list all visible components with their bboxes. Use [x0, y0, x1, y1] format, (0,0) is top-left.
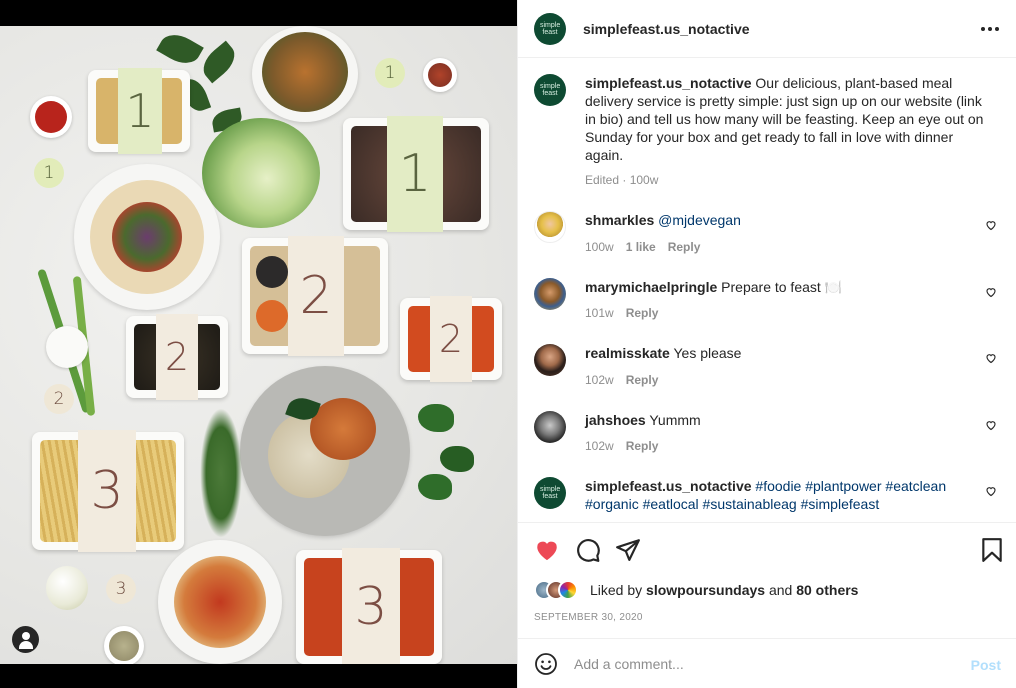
cabbage	[202, 118, 320, 228]
liker-avatars[interactable]	[534, 580, 590, 600]
reply-button[interactable]: Reply	[626, 306, 659, 320]
tagged-users-icon[interactable]	[12, 626, 39, 653]
bookmark-icon[interactable]	[979, 537, 1005, 563]
commenter-avatar[interactable]	[534, 344, 566, 376]
comment-username[interactable]: realmisskate	[585, 345, 670, 361]
heart-filled-icon[interactable]	[534, 537, 560, 563]
more-options-icon[interactable]	[981, 20, 999, 38]
meal-tray-1: 1	[88, 68, 190, 154]
pepper	[418, 404, 454, 432]
seeds	[109, 631, 139, 661]
tempeh	[310, 398, 376, 460]
comment-text: Yummm	[649, 412, 701, 428]
comment: realmisskate Yes please 102w Reply	[534, 344, 1001, 394]
meal-tray-lentil: 2	[126, 314, 228, 400]
reply-button[interactable]: Reply	[626, 373, 659, 387]
basil-leaf	[156, 27, 204, 71]
header-username[interactable]: simplefeast.us_notactive	[583, 21, 750, 37]
add-comment-bar: Post	[518, 638, 1016, 688]
like-comment-icon[interactable]	[985, 286, 997, 298]
hashtag[interactable]: #eatclean	[885, 478, 946, 494]
comment: jahshoes Yummm 102w Reply	[534, 411, 1001, 461]
hashtag[interactable]: #organic	[585, 496, 639, 512]
pepper	[440, 446, 474, 472]
commenter-avatar[interactable]	[534, 278, 566, 310]
hashtag[interactable]: #sustainableag	[703, 496, 797, 512]
post-media[interactable]: 1 1 1 1 2 2 2 2 3 3 3	[0, 0, 517, 688]
comment: shmarkles @mjdevegan 100w 1 like Reply	[534, 211, 1001, 261]
post-panel: simple feast simplefeast.us_notactive si…	[517, 0, 1016, 688]
number-chip: 3	[106, 574, 136, 604]
reply-button[interactable]: Reply	[668, 240, 701, 254]
post-actions: Liked by slowpoursundays and 80 others S…	[518, 522, 1016, 638]
yogurt-cup	[46, 326, 88, 368]
comment-age: 100w	[585, 240, 614, 254]
commenter-avatar[interactable]: simple feast	[534, 477, 566, 509]
likes-summary: Liked by slowpoursundays and 80 others	[534, 580, 858, 600]
like-comment-icon[interactable]	[985, 485, 997, 497]
comment-text: Yes please	[673, 345, 742, 361]
comment-icon[interactable]	[575, 537, 601, 563]
meal-tray-3: 3	[32, 430, 184, 552]
number-chip: 1	[375, 58, 405, 88]
post-header: simple feast simplefeast.us_notactive	[518, 0, 1016, 58]
meal-tray-eggplant: 1	[343, 116, 489, 232]
caption: simple feast simplefeast.us_notactive Ou…	[534, 74, 1001, 204]
liked-by-others[interactable]: 80 others	[796, 582, 858, 598]
comment-age: 102w	[585, 373, 614, 387]
liked-by-and: and	[768, 582, 793, 598]
wrap-fill	[112, 202, 182, 272]
commenter-avatar[interactable]	[534, 411, 566, 443]
number-chip: 2	[44, 384, 74, 414]
comment-username[interactable]: marymichaelpringle	[585, 279, 717, 295]
reply-button[interactable]: Reply	[626, 439, 659, 453]
chili-flakes-inner	[428, 63, 452, 87]
meal-tray-carrot: 2	[400, 296, 502, 382]
like-comment-icon[interactable]	[985, 219, 997, 231]
onion	[46, 566, 88, 610]
dill	[200, 408, 242, 538]
hashtag[interactable]: #foodie	[755, 478, 801, 494]
hashtag[interactable]: #simplefeast	[801, 496, 880, 512]
brand-avatar[interactable]: simple feast	[534, 12, 566, 45]
comment-age: 101w	[585, 306, 614, 320]
comment-text: Prepare to feast 🍽️	[721, 279, 843, 295]
like-comment-icon[interactable]	[985, 352, 997, 364]
chickpea-food	[262, 32, 348, 112]
sauce-red	[35, 101, 67, 133]
number-chip: 1	[34, 158, 64, 188]
commenter-avatar[interactable]	[534, 211, 566, 243]
caption-text: simplefeast.us_notactive Our delicious, …	[585, 74, 985, 164]
comment-username[interactable]: jahshoes	[585, 412, 646, 428]
post-comment-button[interactable]: Post	[971, 657, 1001, 673]
comments-list[interactable]: simple feast simplefeast.us_notactive Ou…	[518, 58, 1016, 522]
pasta	[174, 556, 266, 648]
caption-avatar[interactable]: simple feast	[534, 74, 566, 106]
comment-username[interactable]: shmarkles	[585, 212, 654, 228]
comment-age: 102w	[585, 439, 614, 453]
like-comment-icon[interactable]	[985, 419, 997, 431]
post-photo[interactable]: 1 1 1 1 2 2 2 2 3 3 3	[0, 26, 517, 664]
comment-likes[interactable]: 1 like	[626, 240, 656, 254]
pepper	[418, 474, 452, 500]
liked-by-prefix: Liked by	[590, 582, 643, 598]
hashtag-comment: simple feast simplefeast.us_notactive #f…	[534, 477, 1001, 522]
comment-mention[interactable]: @mjdevegan	[658, 212, 741, 228]
hashtag[interactable]: #eatlocal	[643, 496, 699, 512]
caption-username[interactable]: simplefeast.us_notactive	[585, 75, 752, 91]
liked-by-user[interactable]: slowpoursundays	[646, 582, 765, 598]
hashtag[interactable]: #plantpower	[805, 478, 881, 494]
meal-tray-soup: 3	[296, 548, 442, 664]
emoji-icon[interactable]	[534, 652, 558, 676]
brand-avatar-text: simple feast	[540, 21, 561, 36]
comment: marymichaelpringle Prepare to feast 🍽️ 1…	[534, 278, 1001, 328]
post-date[interactable]: SEPTEMBER 30, 2020	[534, 612, 643, 623]
meal-tray-2: 2	[242, 236, 388, 356]
share-icon[interactable]	[615, 537, 641, 563]
comment-username[interactable]: simplefeast.us_notactive	[585, 478, 752, 494]
caption-meta: Edited · 100w	[585, 173, 659, 187]
comment-input[interactable]	[574, 653, 954, 675]
